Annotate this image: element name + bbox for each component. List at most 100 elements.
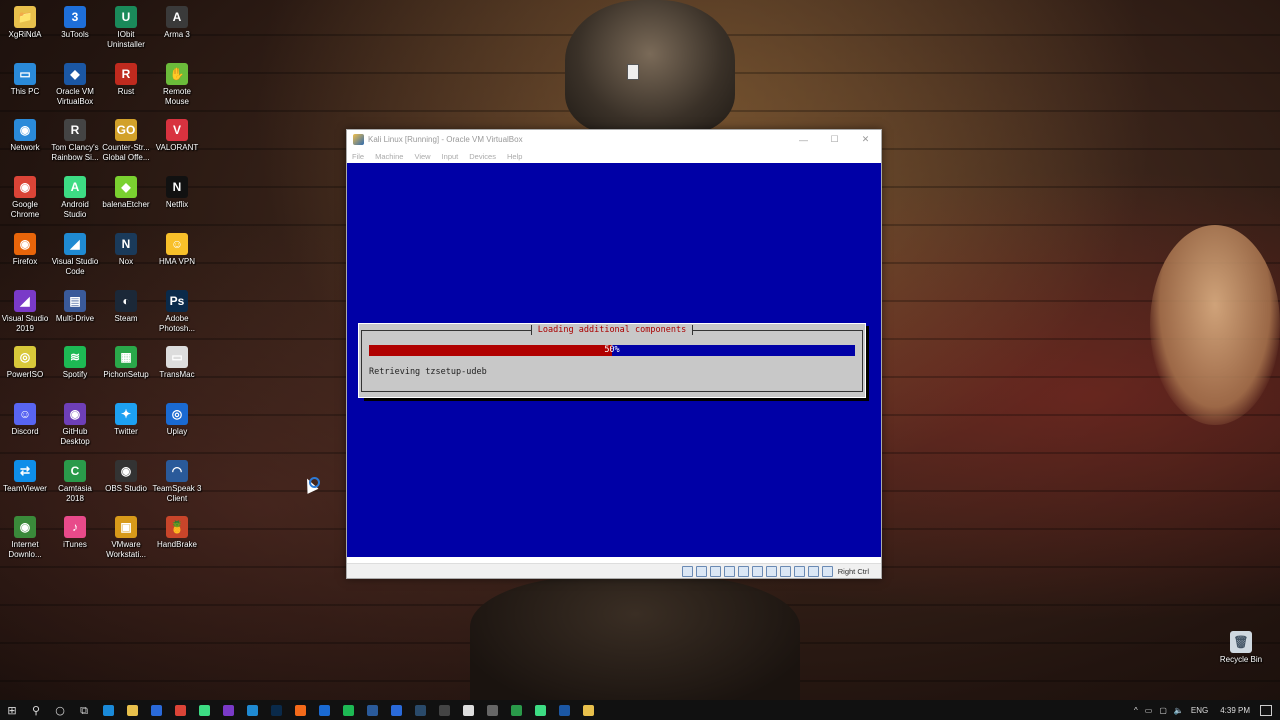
taskbar-chrome[interactable] — [168, 700, 192, 720]
close-button[interactable]: ✕ — [850, 134, 881, 145]
taskbar-origin[interactable] — [288, 700, 312, 720]
taskbar-android-studio[interactable] — [192, 700, 216, 720]
taskbar-obs[interactable] — [432, 700, 456, 720]
desktop-icon-network[interactable]: ◉ Network — [0, 115, 50, 169]
desktop-icon-label: Camtasia 2018 — [58, 483, 92, 503]
desktop-icon-camtasia[interactable]: C Camtasia 2018 — [50, 456, 100, 510]
desktop-icon-teamviewer[interactable]: ⇄ TeamViewer — [0, 456, 50, 510]
desktop-icon-virtualbox[interactable]: ◆ Oracle VM VirtualBox — [50, 59, 100, 113]
desktop-icon-spotify[interactable]: ≋ Spotify — [50, 342, 100, 396]
menu-help[interactable]: Help — [507, 152, 522, 161]
desktop-icon-twitter[interactable]: ✦ Twitter — [101, 399, 151, 453]
desktop-icon-android-studio[interactable]: A Android Studio — [50, 172, 100, 226]
taskbar-mail[interactable] — [384, 700, 408, 720]
tray-language[interactable]: ENG — [1191, 706, 1208, 715]
host-key-label[interactable]: Right Ctrl — [838, 567, 869, 576]
taskbar-steam[interactable] — [408, 700, 432, 720]
desktop-icon-iobit[interactable]: U IObit Uninstaller — [101, 2, 151, 56]
search-button[interactable]: ⚲ — [24, 700, 48, 720]
network-adapter-icon[interactable] — [723, 565, 735, 577]
desktop-icon-this-pc[interactable]: ▭ This PC — [0, 59, 50, 113]
desktop-icon-chrome[interactable]: ◉ Google Chrome — [0, 172, 50, 226]
taskbar-edge[interactable] — [96, 700, 120, 720]
desktop-icon-rust[interactable]: R Rust — [101, 59, 151, 113]
desktop-icon-arma3[interactable]: A Arma 3 — [152, 2, 202, 56]
audio-icon[interactable] — [709, 565, 721, 577]
desktop-icon-hma-vpn[interactable]: ☺ HMA VPN — [152, 229, 202, 283]
tray-volume-icon[interactable]: 🔈 — [1174, 706, 1184, 715]
desktop-icon-balena-etcher[interactable]: ◆ balenaEtcher — [101, 172, 151, 226]
desktop-icon-vmware[interactable]: ▣ VMware Workstati... — [101, 512, 151, 566]
desktop-icon-netflix[interactable]: N Netflix — [152, 172, 202, 226]
desktop-icon-poweriso[interactable]: ◎ PowerISO — [0, 342, 50, 396]
minimize-button[interactable]: — — [788, 135, 819, 145]
tray-display-icon[interactable]: ▢ — [1159, 706, 1167, 715]
desktop-icon-transmac[interactable]: ▭ TransMac — [152, 342, 202, 396]
tray-chevron-icon[interactable]: ^ — [1134, 706, 1138, 715]
taskbar-android[interactable] — [528, 700, 552, 720]
desktop-icon-handbrake[interactable]: 🍍 HandBrake — [152, 512, 202, 566]
desktop-icon-uplay[interactable]: ◎ Uplay — [152, 399, 202, 453]
desktop-icon-3utools[interactable]: 3 3uTools — [50, 2, 100, 56]
taskbar-uplay[interactable] — [312, 700, 336, 720]
desktop-icon-nox[interactable]: N Nox — [101, 229, 151, 283]
desktop-icon-discord[interactable]: ☺ Discord — [0, 399, 50, 453]
arrow-down-icon[interactable] — [821, 565, 833, 577]
desktop-icon-idm[interactable]: ◉ Internet Downlo... — [0, 512, 50, 566]
taskbar-vscode[interactable] — [240, 700, 264, 720]
desktop-icon-teamspeak[interactable]: ◠ TeamSpeak 3 Client — [152, 456, 202, 510]
cpu-icon[interactable] — [793, 565, 805, 577]
taskbar-usb-drive[interactable] — [480, 700, 504, 720]
hard-disk-icon[interactable] — [681, 565, 693, 577]
menu-devices[interactable]: Devices — [469, 152, 496, 161]
taskbar-photoshop[interactable] — [264, 700, 288, 720]
taskbar-teamviewer[interactable] — [360, 700, 384, 720]
video-capture-icon[interactable] — [779, 565, 791, 577]
mouse-integration-icon[interactable] — [807, 565, 819, 577]
tray-network-icon[interactable]: ▭ — [1145, 706, 1153, 715]
optical-drive-icon[interactable] — [695, 565, 707, 577]
taskbar-visual-studio[interactable] — [216, 700, 240, 720]
desktop-icon-obs[interactable]: ◉ OBS Studio — [101, 456, 151, 510]
desktop-icon-itunes[interactable]: ♪ iTunes — [50, 512, 100, 566]
android-studio-icon: A — [64, 176, 86, 199]
taskbar-folder[interactable] — [576, 700, 600, 720]
desktop-icon-label: PowerISO — [6, 370, 44, 380]
taskbar-virtualbox[interactable] — [552, 700, 576, 720]
desktop-icon-rainbow-six[interactable]: R Tom Clancy's Rainbow Si... — [50, 115, 100, 169]
notification-center-icon[interactable] — [1260, 704, 1272, 716]
display-icon[interactable] — [765, 565, 777, 577]
desktop-icon-folder-user[interactable]: 📁 XgRiNdA — [0, 2, 50, 56]
desktop-icon-vscode[interactable]: ◢ Visual Studio Code — [50, 229, 100, 283]
desktop-icon-multi-drive[interactable]: ▤ Multi-Drive — [50, 286, 100, 340]
menu-file[interactable]: File — [352, 152, 364, 161]
desktop-icon-valorant[interactable]: V VALORANT — [152, 115, 202, 169]
taskbar-camtasia[interactable] — [504, 700, 528, 720]
tray-clock[interactable]: 4:39 PM — [1220, 706, 1250, 715]
taskbar-spotify[interactable] — [336, 700, 360, 720]
window-titlebar[interactable]: Kali Linux [Running] - Oracle VM Virtual… — [347, 130, 881, 149]
virtualbox-window[interactable]: Kali Linux [Running] - Oracle VM Virtual… — [346, 129, 882, 579]
shared-folder-icon[interactable] — [751, 565, 763, 577]
menu-machine[interactable]: Machine — [375, 152, 403, 161]
desktop-icon-csgo[interactable]: GO Counter-Str... Global Offe... — [101, 115, 151, 169]
cortana-button[interactable]: ○ — [48, 700, 72, 720]
usb-icon[interactable] — [737, 565, 749, 577]
maximize-button[interactable]: ☐ — [819, 134, 850, 145]
menu-input[interactable]: Input — [442, 152, 459, 161]
start-button[interactable]: ⊞ — [0, 700, 24, 720]
taskbar-file-explorer[interactable] — [120, 700, 144, 720]
recycle-bin[interactable]: 🗑 Recycle Bin — [1216, 627, 1266, 681]
menu-view[interactable]: View — [414, 152, 430, 161]
taskbar-edit[interactable] — [456, 700, 480, 720]
guest-display[interactable]: Loading additional components 50% Retrie… — [347, 163, 881, 557]
taskbar-store[interactable] — [144, 700, 168, 720]
desktop-icon-photoshop[interactable]: Ps Adobe Photosh... — [152, 286, 202, 340]
desktop-icon-pichon[interactable]: ▦ PichonSetup — [101, 342, 151, 396]
task-view-button[interactable]: ⧉ — [72, 700, 96, 720]
desktop-icon-visual-studio[interactable]: ◢ Visual Studio 2019 — [0, 286, 50, 340]
desktop-icon-github-desktop[interactable]: ◉ GitHub Desktop — [50, 399, 100, 453]
desktop-icon-steam[interactable]: ◐ Steam — [101, 286, 151, 340]
desktop-icon-remote-mouse[interactable]: ✋ Remote Mouse — [152, 59, 202, 113]
desktop-icon-firefox[interactable]: ◉ Firefox — [0, 229, 50, 283]
